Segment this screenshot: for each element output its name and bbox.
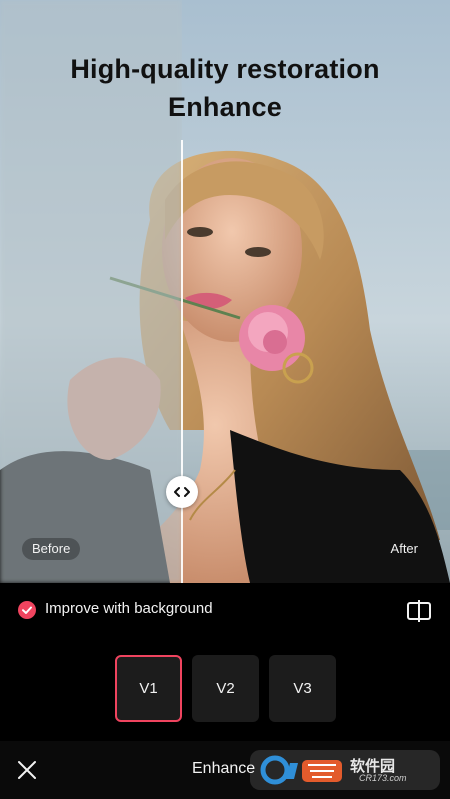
headline: High-quality restoration Enhance	[0, 50, 450, 126]
watermark-url: CR173.com	[359, 773, 407, 783]
split-compare-icon	[407, 600, 431, 622]
photo-compare-view[interactable]: High-quality restoration Enhance Before …	[0, 0, 450, 583]
version-button-v1[interactable]: V1	[115, 655, 182, 722]
headline-line-1: High-quality restoration	[70, 54, 380, 84]
version-button-v3[interactable]: V3	[269, 655, 336, 722]
compare-divider-line[interactable]	[181, 140, 183, 583]
option-label: Improve with background	[45, 600, 213, 617]
site-watermark: 软件园 CR173.com	[250, 750, 440, 790]
checkbox-checked[interactable]	[18, 601, 36, 619]
close-icon	[18, 761, 36, 779]
improve-background-option[interactable]: Improve with background	[0, 592, 450, 628]
compare-toggle-button[interactable]	[406, 599, 432, 623]
watermark-logo	[260, 755, 342, 785]
version-button-v2[interactable]: V2	[192, 655, 259, 722]
bottom-bar: Enhance 软件园 CR173.com	[0, 741, 450, 799]
enhance-screen: High-quality restoration Enhance Before …	[0, 0, 450, 799]
headline-line-2: Enhance	[168, 92, 282, 122]
checkmark-icon	[22, 606, 32, 614]
left-right-arrows-icon	[174, 487, 190, 497]
after-label: After	[390, 541, 418, 556]
before-label: Before	[22, 538, 81, 560]
close-button[interactable]	[16, 759, 38, 781]
version-selector: V1 V2 V3	[0, 655, 450, 723]
bottom-title: Enhance	[192, 760, 256, 777]
compare-slider-handle[interactable]	[166, 476, 198, 508]
